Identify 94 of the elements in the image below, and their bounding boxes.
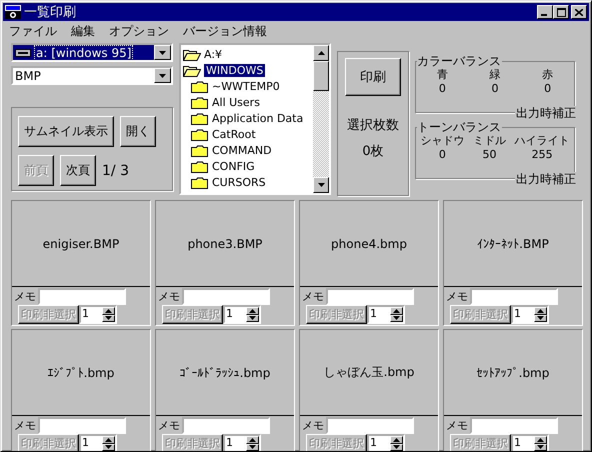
drive-icon [15,48,31,58]
file-name: ｾｯﾄｱｯﾌﾟ.bmp [476,366,550,380]
memo-label: メモ [157,288,181,304]
copies-spinner[interactable]: 1 [511,305,549,324]
balance-label: ハイライト [514,134,570,148]
balance-label: シャドウ [420,134,464,148]
memo-field[interactable] [182,288,270,304]
memo-label: メモ [13,288,37,304]
folder-icon [183,48,201,60]
memo-label: メモ [301,418,325,432]
thumbnail-view-button[interactable]: サムネイル表示 [18,116,114,147]
memo-label: メモ [13,418,37,432]
memo-field[interactable] [182,416,270,434]
page-indicator: 1/ 3 [102,162,129,178]
folder-item[interactable]: ~WWTEMP0 [191,78,282,94]
scrollbar[interactable] [313,45,329,193]
close-button[interactable] [571,5,587,19]
copies-spinner[interactable]: 1 [79,434,117,451]
balance-value: 0 [491,82,498,96]
close-icon [575,8,583,16]
group-title: トーンバランス [417,120,502,134]
folder-item[interactable]: All Users [191,94,262,110]
drive-value: a: [windows 95] [34,45,134,60]
copies-spinner[interactable]: 1 [79,305,117,324]
drive-dropdown[interactable]: a: [windows 95] [11,43,173,62]
print-button[interactable]: 印刷 [345,58,401,96]
copies-spinner[interactable]: 1 [223,305,261,324]
window-title: 一覧印刷 [24,4,76,21]
folder-icon [191,128,209,140]
open-button[interactable]: 開く [120,116,156,147]
folder-icon [191,176,209,188]
memo-label: メモ [157,418,181,432]
memo-field[interactable] [38,416,126,434]
format-value: BMP [15,68,41,82]
memo-field[interactable] [38,288,126,304]
dropdown-arrow-icon [159,50,166,54]
balance-value: 255 [532,148,553,162]
next-page-button[interactable]: 次頁 [60,155,96,186]
folder-item[interactable]: CURSORS [191,174,268,190]
menu-item[interactable]: ファイル [9,23,57,39]
scroll-up-icon [318,51,324,55]
file-name: enigiser.BMP [42,236,120,250]
balance-label: ミドル [472,134,506,148]
balance-value: 50 [482,148,496,162]
file-name: phone4.bmp [331,236,407,250]
balance-label: 青 [436,68,448,82]
copies-spinner[interactable]: 1 [511,434,549,451]
copies-spinner[interactable]: 1 [223,434,261,451]
output-correction-label: 出力時補正 [515,106,576,120]
balance-value: 0 [438,82,446,96]
folder-icon [191,96,209,108]
group-title: カラーバランス [417,54,502,68]
memo-label: メモ [445,418,469,432]
maximize-button[interactable] [553,5,569,19]
folder-icon [191,144,209,156]
copies-spinner[interactable]: 1 [367,305,405,324]
folder-item[interactable]: CatRoot [191,126,258,142]
dropdown-arrow-icon [159,74,166,78]
folder-item[interactable]: COMMAND [191,142,274,158]
folder-icon [191,160,209,172]
camera-icon [5,5,21,19]
memo-field[interactable] [470,288,558,304]
menu-item[interactable]: バージョン情報 [183,23,267,39]
scroll-down-icon [318,183,324,187]
file-name: phone3.BMP [188,236,262,250]
scroll-thumb[interactable] [313,61,329,91]
file-name: ｴｼﾞﾌﾟﾄ.bmp [48,366,114,380]
selected-count-label: 選択枚数 [347,117,399,134]
folder-icon [183,64,201,76]
balance-value: 0 [438,148,446,162]
file-name: しゃぼん玉.bmp [324,364,414,381]
memo-field[interactable] [326,288,414,304]
folder-icon [191,80,209,92]
menu-item[interactable]: オプション [109,23,169,39]
selected-count: 0枚 [362,143,384,160]
maximize-icon [556,8,566,16]
balance-value: 0 [544,82,552,96]
memo-field[interactable] [326,416,414,434]
output-correction-label: 出力時補正 [515,172,576,186]
folder-item[interactable]: CONFIG [191,158,257,174]
minimize-button[interactable] [537,5,553,19]
memo-label: メモ [445,288,469,304]
copies-spinner[interactable]: 1 [367,434,405,451]
file-name: ｲﾝﾀｰﾈｯﾄ.BMP [477,236,549,250]
balance-label: 緑 [489,68,500,82]
folder-icon [191,112,209,124]
balance-label: 赤 [542,68,554,82]
format-dropdown[interactable]: BMP [11,66,173,85]
menu-item[interactable]: 編集 [71,23,95,39]
memo-label: メモ [301,288,325,304]
memo-field[interactable] [470,416,558,434]
folder-item[interactable]: A:¥ [183,46,224,62]
folder-item[interactable]: Application Data [191,110,306,126]
file-name: ｺﾞｰﾙﾄﾞﾗｯｼｭ.bmp [180,366,270,380]
